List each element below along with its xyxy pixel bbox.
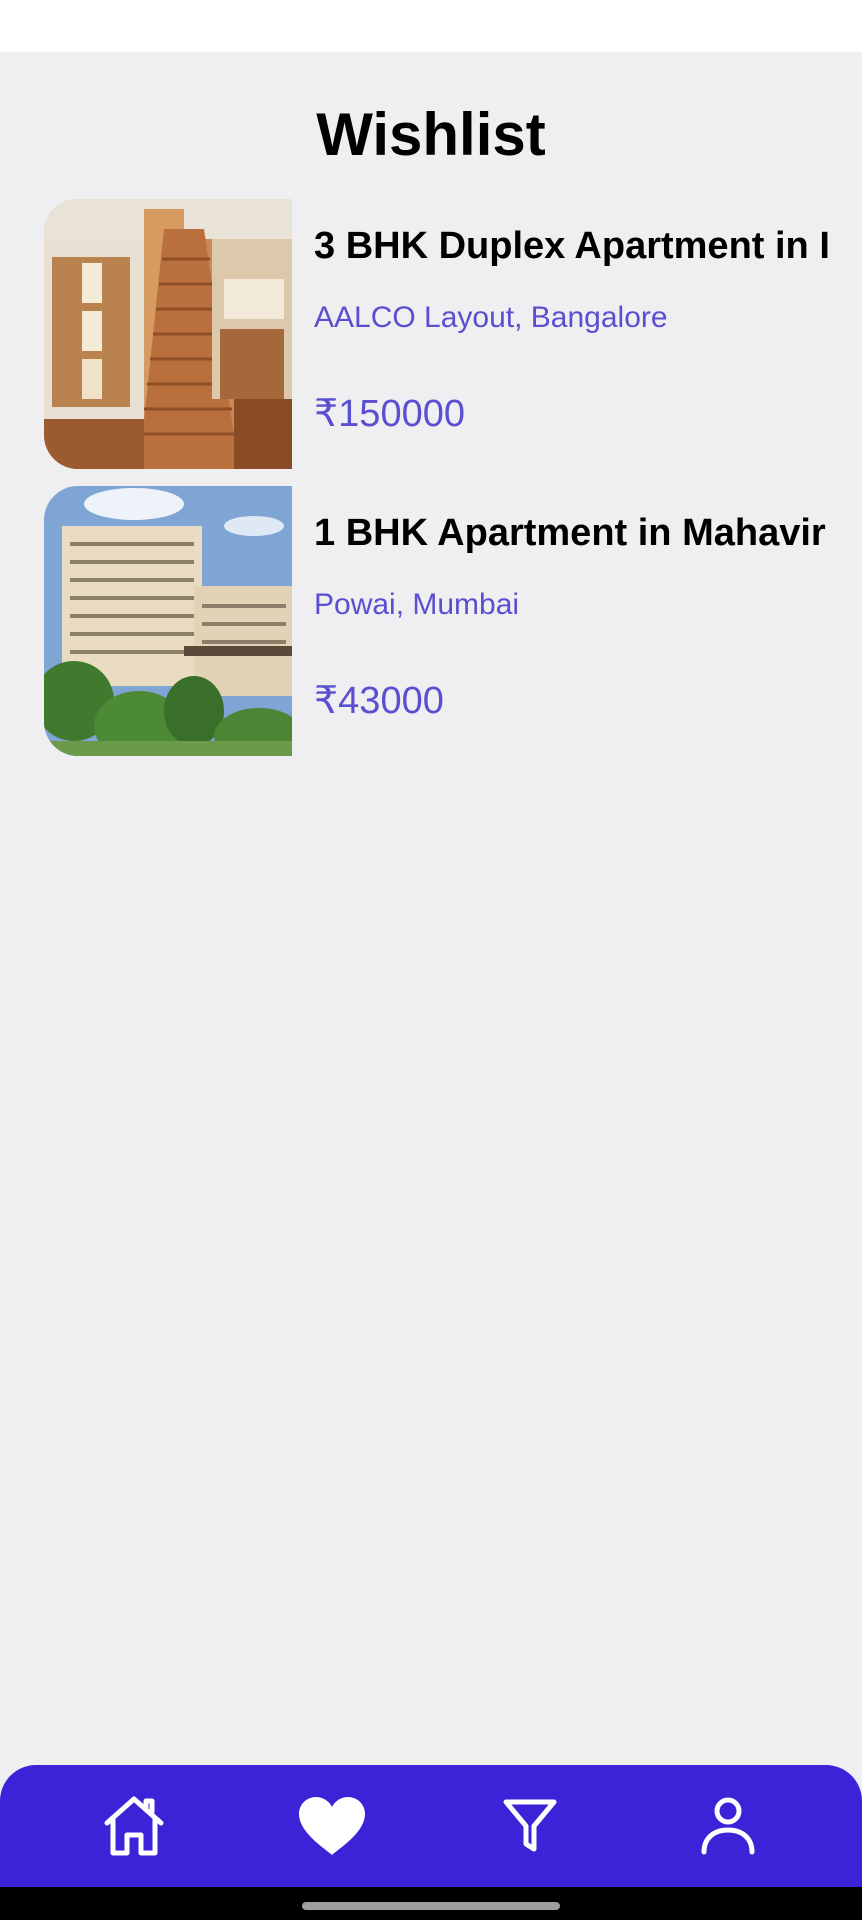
home-icon [101, 1793, 167, 1864]
property-price: ₹43000 [314, 680, 444, 722]
heart-icon [297, 1795, 367, 1862]
page-title: Wishlist [316, 101, 546, 168]
filter-icon [502, 1797, 558, 1860]
wishlist-item[interactable]: 1 BHK Apartment in Mahavir Powai, Mumbai… [44, 486, 862, 756]
user-icon [700, 1796, 756, 1861]
property-title: 3 BHK Duplex Apartment in I [314, 225, 830, 267]
property-location: Powai, Mumbai [314, 588, 520, 621]
status-bar [0, 0, 862, 52]
nav-wishlist[interactable] [287, 1783, 377, 1873]
property-price: ₹150000 [314, 393, 465, 435]
bottom-nav [0, 1765, 862, 1887]
property-location: AALCO Layout, Bangalore [314, 301, 668, 334]
property-image [44, 199, 292, 469]
property-image [44, 486, 292, 756]
nav-home[interactable] [89, 1783, 179, 1873]
system-navigation-bar [0, 1887, 862, 1920]
wishlist-item[interactable]: 3 BHK Duplex Apartment in I AALCO Layout… [44, 199, 862, 469]
nav-profile[interactable] [683, 1783, 773, 1873]
gesture-handle[interactable] [302, 1902, 560, 1910]
property-title: 1 BHK Apartment in Mahavir [314, 512, 826, 554]
nav-filter[interactable] [485, 1783, 575, 1873]
